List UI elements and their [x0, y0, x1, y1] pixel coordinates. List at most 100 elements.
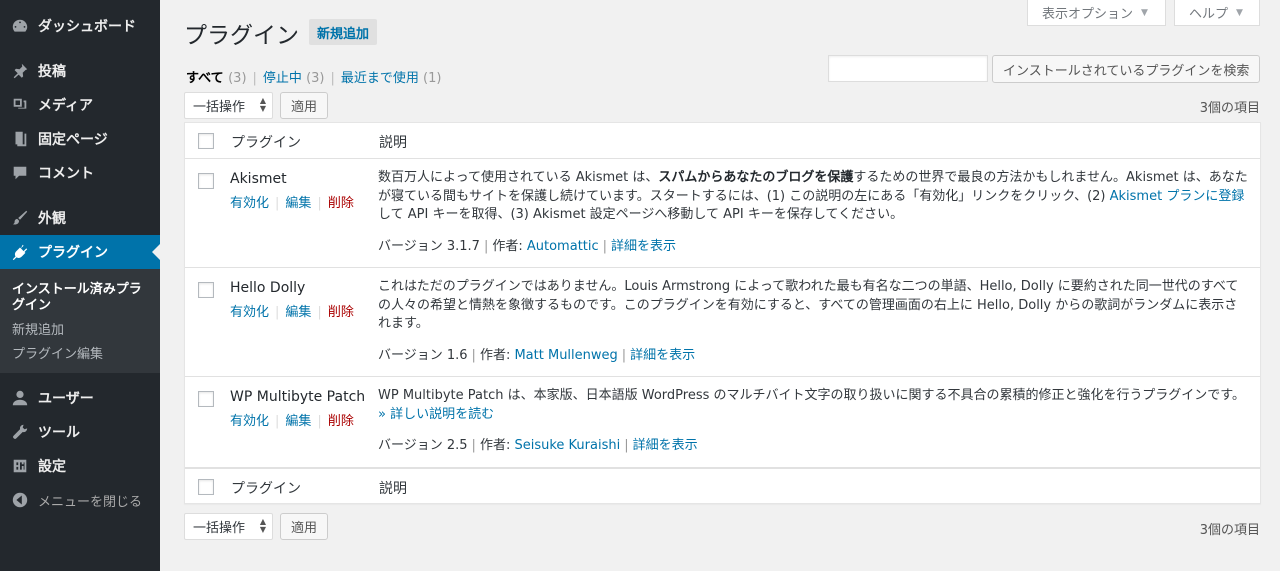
- bulk-action-value: 一括操作: [193, 521, 246, 536]
- meta-separator: |: [471, 438, 476, 453]
- edit-link[interactable]: 編集: [285, 414, 311, 429]
- action-separator: |: [317, 305, 322, 320]
- triangle-down-icon: ▼: [1236, 7, 1243, 18]
- akismet-plan-link[interactable]: Akismet プランに登録: [1110, 189, 1245, 204]
- apply-button-bottom[interactable]: 適用: [280, 513, 329, 540]
- column-description-footer: 説明: [379, 481, 407, 497]
- filter-all-count: (3): [228, 71, 247, 86]
- menu-dashboard[interactable]: ダッシュボード: [0, 9, 160, 43]
- plugin-checkbox[interactable]: [198, 282, 214, 298]
- plugin-name: Hello Dolly: [230, 280, 306, 296]
- row-actions: 有効化 | 編集 | 削除: [230, 410, 354, 429]
- plugin-version: バージョン 3.1.7: [378, 239, 480, 254]
- column-description-header: 説明: [379, 135, 407, 151]
- filter-separator: |: [330, 71, 335, 86]
- edit-link[interactable]: 編集: [285, 196, 311, 211]
- plugin-icon: [10, 242, 30, 262]
- screen-options-button[interactable]: 表示オプション ▼: [1027, 0, 1166, 26]
- menu-plugins-label: プラグイン: [38, 245, 108, 261]
- menu-posts[interactable]: 投稿: [0, 54, 160, 88]
- edit-link[interactable]: 編集: [285, 305, 311, 320]
- activate-link[interactable]: 有効化: [230, 414, 269, 429]
- plugin-description: 数百万人によって使用されている Akismet は、スパムからあなたのブログを保…: [378, 169, 1250, 225]
- plugin-version: バージョン 1.6: [378, 348, 468, 363]
- delete-link[interactable]: 削除: [328, 305, 354, 320]
- activate-link[interactable]: 有効化: [230, 196, 269, 211]
- menu-users[interactable]: ユーザー: [0, 381, 160, 415]
- plugin-description: これはただのプラグインではありません。Louis Armstrong によって歌…: [378, 278, 1250, 334]
- menu-posts-label: 投稿: [38, 64, 66, 80]
- add-new-button[interactable]: 新規追加: [309, 19, 378, 45]
- plugin-meta: バージョン 1.6 | 作者: Matt Mullenweg | 詳細を表示: [378, 344, 695, 363]
- plugin-checkbox[interactable]: [198, 391, 214, 407]
- menu-plugins[interactable]: プラグイン: [0, 235, 160, 269]
- menu-settings[interactable]: 設定: [0, 449, 160, 483]
- row-actions: 有効化 | 編集 | 削除: [230, 192, 354, 211]
- action-separator: |: [317, 196, 322, 211]
- help-button[interactable]: ヘルプ ▼: [1174, 0, 1260, 26]
- filter-inactive-label: 停止中: [262, 71, 302, 86]
- collapse-menu-button[interactable]: メニューを閉じる: [0, 483, 160, 517]
- delete-link[interactable]: 削除: [328, 414, 354, 429]
- meta-separator: |: [621, 348, 627, 363]
- action-separator: |: [317, 414, 322, 429]
- comment-icon: [10, 163, 30, 183]
- menu-appearance-label: 外観: [38, 211, 66, 227]
- submenu-add-new[interactable]: 新規追加: [0, 319, 160, 343]
- author-link[interactable]: Automattic: [527, 239, 599, 254]
- media-icon: [10, 95, 30, 115]
- plugin-name: WP Multibyte Patch: [230, 389, 366, 405]
- menu-media[interactable]: メディア: [0, 88, 160, 122]
- submenu-installed-plugins[interactable]: インストール済みプラグイン: [0, 278, 160, 319]
- view-details-link[interactable]: 詳細を表示: [630, 348, 695, 363]
- menu-comments[interactable]: コメント: [0, 156, 160, 190]
- item-count-bottom: 3個の項目: [1199, 523, 1260, 538]
- brush-icon: [10, 208, 30, 228]
- author-link[interactable]: Matt Mullenweg: [514, 348, 617, 363]
- view-details-link[interactable]: 詳細を表示: [611, 239, 676, 254]
- delete-link[interactable]: 削除: [328, 196, 354, 211]
- meta-separator: |: [483, 239, 489, 254]
- filter-recently-active-count: (1): [423, 71, 442, 86]
- select-all-checkbox[interactable]: [198, 133, 214, 149]
- menu-pages[interactable]: 固定ページ: [0, 122, 160, 156]
- column-plugin-header: プラグイン: [231, 135, 301, 151]
- plugin-search-input[interactable]: [828, 55, 988, 82]
- meta-separator: |: [602, 239, 608, 254]
- plugin-checkbox[interactable]: [198, 173, 214, 189]
- menu-media-label: メディア: [38, 98, 94, 114]
- filter-recently-active[interactable]: 最近まで使用 (1): [341, 71, 442, 86]
- bulk-action-select-bottom[interactable]: 一括操作 ▲ ▼: [184, 513, 273, 540]
- screen-options-label: 表示オプション: [1042, 7, 1134, 22]
- help-label: ヘルプ: [1189, 7, 1229, 22]
- author-link[interactable]: Seisuke Kuraishi: [514, 438, 620, 453]
- read-more-link[interactable]: » 詳しい説明を読む: [378, 407, 494, 422]
- submenu-plugin-editor[interactable]: プラグイン編集: [0, 343, 160, 367]
- menu-pages-label: 固定ページ: [38, 132, 108, 148]
- activate-link[interactable]: 有効化: [230, 305, 269, 320]
- status-filters: すべて (3) | 停止中 (3) | 最近まで使用 (1): [186, 67, 441, 86]
- filter-inactive[interactable]: 停止中 (3): [263, 71, 325, 86]
- select-arrows-icon: ▲ ▼: [259, 96, 266, 113]
- select-all-checkbox-footer[interactable]: [198, 479, 214, 495]
- page-title: プラグイン: [184, 23, 299, 49]
- view-details-link[interactable]: 詳細を表示: [633, 438, 698, 453]
- menu-appearance[interactable]: 外観: [0, 201, 160, 235]
- collapse-menu-label: メニューを閉じる: [38, 494, 143, 510]
- search-plugins-button[interactable]: インストールされているプラグインを検索: [992, 55, 1261, 83]
- table-row: WP Multibyte Patch 有効化 | 編集 | 削除 WP Multibyt…: [185, 377, 1260, 468]
- filter-inactive-count: (3): [306, 71, 325, 86]
- user-icon: [10, 388, 30, 408]
- table-footer: プラグイン 説明: [185, 468, 1260, 504]
- settings-icon: [10, 456, 30, 476]
- menu-comments-label: コメント: [38, 166, 94, 182]
- plugins-submenu: インストール済みプラグイン 新規追加 プラグイン編集: [0, 269, 160, 373]
- select-arrows-icon: ▲ ▼: [259, 517, 266, 534]
- menu-tools[interactable]: ツール: [0, 415, 160, 449]
- filter-all[interactable]: すべて (3): [186, 71, 247, 86]
- plugin-meta: バージョン 2.5 | 作者: Seisuke Kuraishi | 詳細を表示: [378, 434, 698, 453]
- apply-button-top[interactable]: 適用: [280, 92, 329, 119]
- description-text: これはただのプラグインではありません。Louis Armstrong によって歌…: [378, 279, 1239, 331]
- bulk-action-select-top[interactable]: 一括操作 ▲ ▼: [184, 92, 273, 119]
- row-actions: 有効化 | 編集 | 削除: [230, 301, 354, 320]
